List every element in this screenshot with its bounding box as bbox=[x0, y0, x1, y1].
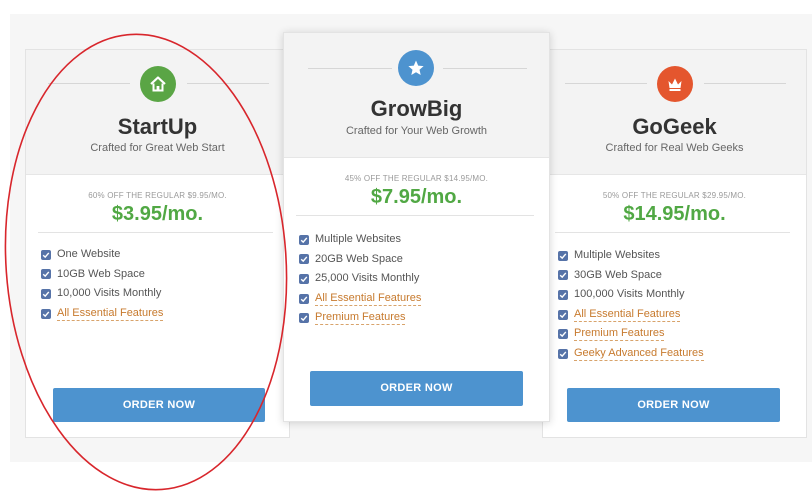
feature-item: Premium Features bbox=[558, 324, 704, 344]
header-rule-right bbox=[704, 83, 786, 84]
feature-item: Multiple Websites bbox=[299, 230, 421, 250]
price-divider bbox=[555, 232, 790, 233]
feature-list: Multiple Websites 30GB Web Space 100,000… bbox=[558, 246, 704, 364]
feature-link[interactable]: All Essential Features bbox=[574, 308, 681, 322]
feature-item: 10,000 Visits Monthly bbox=[41, 284, 163, 304]
checkbox-icon bbox=[558, 348, 568, 359]
plan-card-growbig: GrowBig Crafted for Your Web Growth 45% … bbox=[283, 32, 550, 422]
feature-list: One Website 10GB Web Space 10,000 Visits… bbox=[41, 245, 164, 324]
checkbox-icon bbox=[299, 234, 309, 245]
plan-tagline: Crafted for Your Web Growth bbox=[345, 125, 488, 137]
feature-label: 10GB Web Space bbox=[57, 267, 145, 280]
feature-item: All Essential Features bbox=[558, 305, 704, 325]
feature-link[interactable]: Premium Features bbox=[574, 327, 665, 342]
plan-price: $14.95/mo. bbox=[623, 203, 726, 225]
checkbox-icon bbox=[299, 313, 309, 324]
feature-label: Multiple Websites bbox=[574, 249, 660, 261]
checkbox-icon bbox=[41, 288, 51, 299]
checkbox-icon bbox=[41, 269, 51, 280]
regular-price-note: 50% OFF THE REGULAR $29.95/MO. bbox=[602, 191, 747, 200]
header-rule-right bbox=[187, 83, 269, 84]
checkbox-icon bbox=[558, 250, 568, 261]
feature-label: One Website bbox=[57, 248, 121, 260]
plan-price: $3.95/mo. bbox=[111, 203, 204, 225]
star-icon bbox=[398, 50, 434, 86]
header-rule-right bbox=[443, 68, 527, 69]
feature-item: All Essential Features bbox=[299, 289, 422, 309]
feature-label: 100,000 Visits Monthly bbox=[574, 288, 685, 301]
feature-item: Premium Features bbox=[299, 308, 421, 328]
plan-title: GrowBig bbox=[370, 96, 463, 121]
feature-item: 100,000 Visits Monthly bbox=[558, 285, 704, 305]
header-rule-left bbox=[565, 83, 647, 84]
feature-item: One Website bbox=[41, 245, 163, 265]
order-now-button[interactable]: ORDER NOW bbox=[567, 388, 780, 422]
regular-price-note: 60% OFF THE REGULAR $9.95/MO. bbox=[88, 191, 227, 200]
checkbox-icon bbox=[299, 254, 309, 265]
plan-title: StartUp bbox=[117, 114, 198, 139]
plan-tagline: Crafted for Real Web Geeks bbox=[605, 142, 744, 154]
checkbox-icon bbox=[41, 308, 51, 319]
plan-title: GoGeek bbox=[632, 114, 717, 139]
feature-label: 25,000 Visits Monthly bbox=[315, 272, 420, 285]
plan-price: $7.95/mo. bbox=[370, 186, 463, 208]
feature-item: 25,000 Visits Monthly bbox=[299, 269, 421, 289]
feature-item: Geeky Advanced Features bbox=[558, 344, 704, 364]
feature-label: 20GB Web Space bbox=[315, 252, 403, 265]
feature-item: 20GB Web Space bbox=[299, 250, 421, 270]
checkbox-icon bbox=[558, 309, 568, 320]
home-icon bbox=[140, 66, 176, 102]
feature-item: 10GB Web Space bbox=[41, 265, 163, 285]
checkbox-icon bbox=[558, 289, 568, 300]
regular-price-note: 45% OFF THE REGULAR $14.95/MO. bbox=[344, 174, 489, 183]
price-divider bbox=[38, 232, 273, 233]
plan-tagline: Crafted for Great Web Start bbox=[90, 142, 225, 154]
feature-link[interactable]: Geeky Advanced Features bbox=[574, 347, 704, 361]
checkbox-icon bbox=[299, 273, 309, 284]
crown-icon bbox=[657, 66, 693, 102]
feature-item: Multiple Websites bbox=[558, 246, 704, 266]
feature-label: 10,000 Visits Monthly bbox=[57, 287, 162, 300]
plan-card-startup: StartUp Crafted for Great Web Start 60% … bbox=[25, 49, 290, 438]
plan-card-gogeek: GoGeek Crafted for Real Web Geeks 50% OF… bbox=[542, 49, 807, 438]
feature-label: 30GB Web Space bbox=[574, 268, 662, 281]
header-rule-left bbox=[48, 83, 130, 84]
feature-item: 30GB Web Space bbox=[558, 266, 704, 286]
price-divider bbox=[296, 215, 534, 216]
feature-link[interactable]: All Essential Features bbox=[57, 307, 164, 321]
order-now-button[interactable]: ORDER NOW bbox=[53, 388, 265, 422]
checkbox-icon bbox=[558, 270, 568, 281]
feature-link[interactable]: Premium Features bbox=[315, 311, 406, 326]
feature-link[interactable]: All Essential Features bbox=[315, 292, 422, 306]
order-now-button[interactable]: ORDER NOW bbox=[310, 371, 523, 406]
feature-list: Multiple Websites 20GB Web Space 25,000 … bbox=[299, 230, 422, 328]
feature-label: Multiple Websites bbox=[315, 233, 401, 245]
checkbox-icon bbox=[558, 329, 568, 340]
checkbox-icon bbox=[299, 293, 309, 304]
feature-item: All Essential Features bbox=[41, 304, 164, 324]
header-rule-left bbox=[308, 68, 392, 69]
checkbox-icon bbox=[41, 249, 51, 260]
